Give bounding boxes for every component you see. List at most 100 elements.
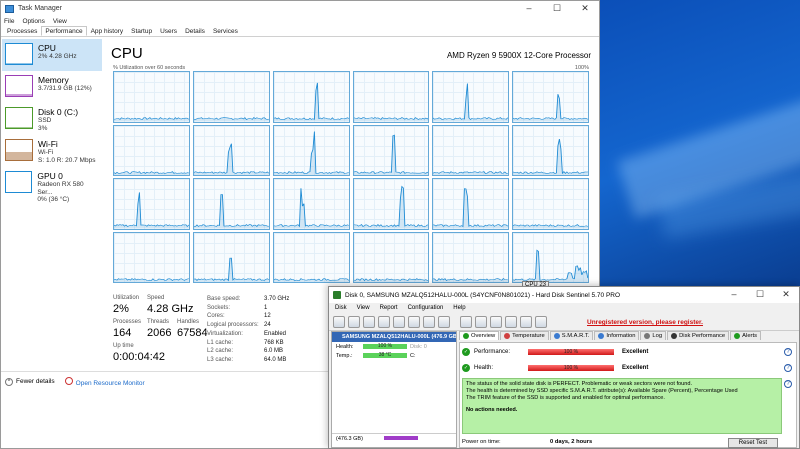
spec-value: 3.70 GHz [264,296,290,302]
status-line: The health is determined by SSD specific… [466,388,738,394]
tab-services[interactable]: Services [209,26,242,36]
performance-rating: Excellent [622,348,649,355]
monitor-icon[interactable] [505,315,517,328]
help-icon[interactable]: ? [784,347,792,356]
hds-menu-disk[interactable]: Disk [335,305,347,311]
menu-file[interactable]: File [4,18,14,25]
sidebar-graph-thumbnail [5,107,33,129]
separator [453,316,457,328]
cpu-core-graph [272,71,350,123]
tab-temperature[interactable]: Temperature [500,331,549,340]
tab-startup[interactable]: Startup [127,26,156,36]
refresh-icon[interactable] [333,315,345,328]
tab-overview[interactable]: Overview [459,331,500,340]
disk-icon[interactable] [348,315,360,328]
health-bar: 100 % [528,364,614,371]
check-icon: ✓ [462,363,470,372]
cpu-core-graph [192,231,270,283]
disk-header[interactable]: SAMSUNG MZALQ512HALU-000L (476.9 GB) [332,332,456,342]
hds-menu-help[interactable]: Help [453,305,465,311]
menu-options[interactable]: Options [22,18,44,25]
report-icon[interactable] [363,315,375,328]
hds-menu-report[interactable]: Report [380,305,398,311]
help-icon[interactable]: ? [784,380,792,388]
tab-disk-performance[interactable]: Disk Performance [667,331,730,340]
sidebar-item-disk-0-c[interactable]: Disk 0 (C:) SSD 3% [2,103,102,135]
volume-size: (476.3 GB) [336,436,363,442]
menu-view[interactable]: View [53,18,67,25]
minimize-button[interactable]: – [515,1,543,16]
spec-row: Virtualization: Enabled [207,330,297,339]
spec-value: 24 [264,322,271,329]
hard-disk-sentinel-window: Disk 0, SAMSUNG MZALQ512HALU-000L (S4YCN… [328,286,800,449]
cpu-core-graph [352,178,430,230]
processes-value: 164 [113,327,132,339]
erase-icon[interactable] [438,315,450,328]
sidebar-item-title: Wi-Fi [38,139,58,149]
sidebar-item-gpu-0[interactable]: GPU 0 Radeon RX 580 Ser... 0% (36 °C) [2,167,102,203]
watermark-text: OLX [6,392,70,427]
wipe-icon[interactable] [408,315,420,328]
drive-letter: C: [410,352,416,359]
tab-processes[interactable]: Processes [3,26,41,36]
cpu-core-graph [352,231,430,283]
sidebar-item-text: CPU 2% 4.28 GHz [38,43,77,67]
test-icon[interactable] [393,315,405,328]
spec-label: Base speed: [207,296,241,302]
alerts-icon [734,333,741,339]
config-icon[interactable] [490,315,502,328]
cpu-core-graph [113,231,190,283]
info-icon[interactable] [535,315,547,328]
tab-performance[interactable]: Performance [41,26,87,36]
sidebar-item-cpu[interactable]: CPU 2% 4.28 GHz [2,39,102,71]
hds-minimize-button[interactable]: – [721,287,747,303]
cpu-specs: Base speed: 3.70 GHz Sockets: 1 Cores: 12 Logi… [207,295,297,365]
hds-menu-configuration[interactable]: Configuration [408,305,444,311]
help-icon[interactable] [520,315,532,328]
sidebar-item-memory[interactable]: Memory 3.7/31.9 GB (12%) [2,71,102,103]
spec-label: Cores: [207,313,225,320]
tab-information[interactable]: Information [594,331,640,340]
close-button[interactable]: ✕ [571,1,599,16]
spec-row: Cores: 12 [207,312,297,321]
tools-icon[interactable] [423,315,435,328]
tab-users[interactable]: Users [156,26,181,36]
disk-health-bar: 100 % [363,344,407,349]
cpu-core-graph [432,124,510,176]
resource-monitor-label: Open Resource Monitor [75,380,145,387]
tab-details[interactable]: Details [181,26,209,36]
sidebar-item-detail: Wi-Fi S: 1.0 R: 20.7 Mbps [38,149,96,164]
hds-close-button[interactable]: ✕ [773,287,799,303]
disk-health-row: Health: 100 % Disk: 0 [332,342,456,351]
tab-log[interactable]: Log [640,331,667,340]
send-icon[interactable] [378,315,390,328]
status-action: No actions needed. [466,407,518,413]
hds-menu-view[interactable]: View [357,305,370,311]
help-icon[interactable]: ? [784,363,792,372]
cloud-icon[interactable] [460,315,472,328]
volume-row: (476.3 GB) [332,433,456,447]
sync-icon[interactable] [475,315,487,328]
information-icon [598,333,605,339]
sidebar-item-text: Wi-Fi Wi-Fi S: 1.0 R: 20.7 Mbps [38,139,96,164]
tab-app-history[interactable]: App history [87,26,128,36]
health-rating: Excellent [622,364,649,371]
maximize-button[interactable]: ☐ [543,1,571,16]
sidebar-item-wi-fi[interactable]: Wi-Fi Wi-Fi S: 1.0 R: 20.7 Mbps [2,135,102,167]
log-icon [644,333,651,339]
tab-smart[interactable]: S.M.A.R.T. [549,331,594,340]
handles-value: 67584 [177,327,208,339]
reset-test-button[interactable]: Reset Test [727,438,778,448]
unregistered-link[interactable]: Unregistered version, please register. [587,319,703,326]
olx-watermark: OLX [0,370,80,449]
hds-maximize-button[interactable]: ☐ [747,287,773,303]
check-icon: ✓ [462,347,470,356]
utilization-label: Utilization [113,295,140,301]
sidebar-item-title: Memory [38,75,69,85]
sidebar-graph-thumbnail [5,139,33,161]
volume-bar [384,436,419,440]
sidebar-item-detail: Radeon RX 580 Ser... 0% (36 °C) [37,181,84,203]
sidebar-item-text: GPU 0 Radeon RX 580 Ser... 0% (36 °C) [37,171,99,203]
tab-alerts[interactable]: Alerts [730,331,761,340]
spec-label: Logical processors: [207,322,259,329]
